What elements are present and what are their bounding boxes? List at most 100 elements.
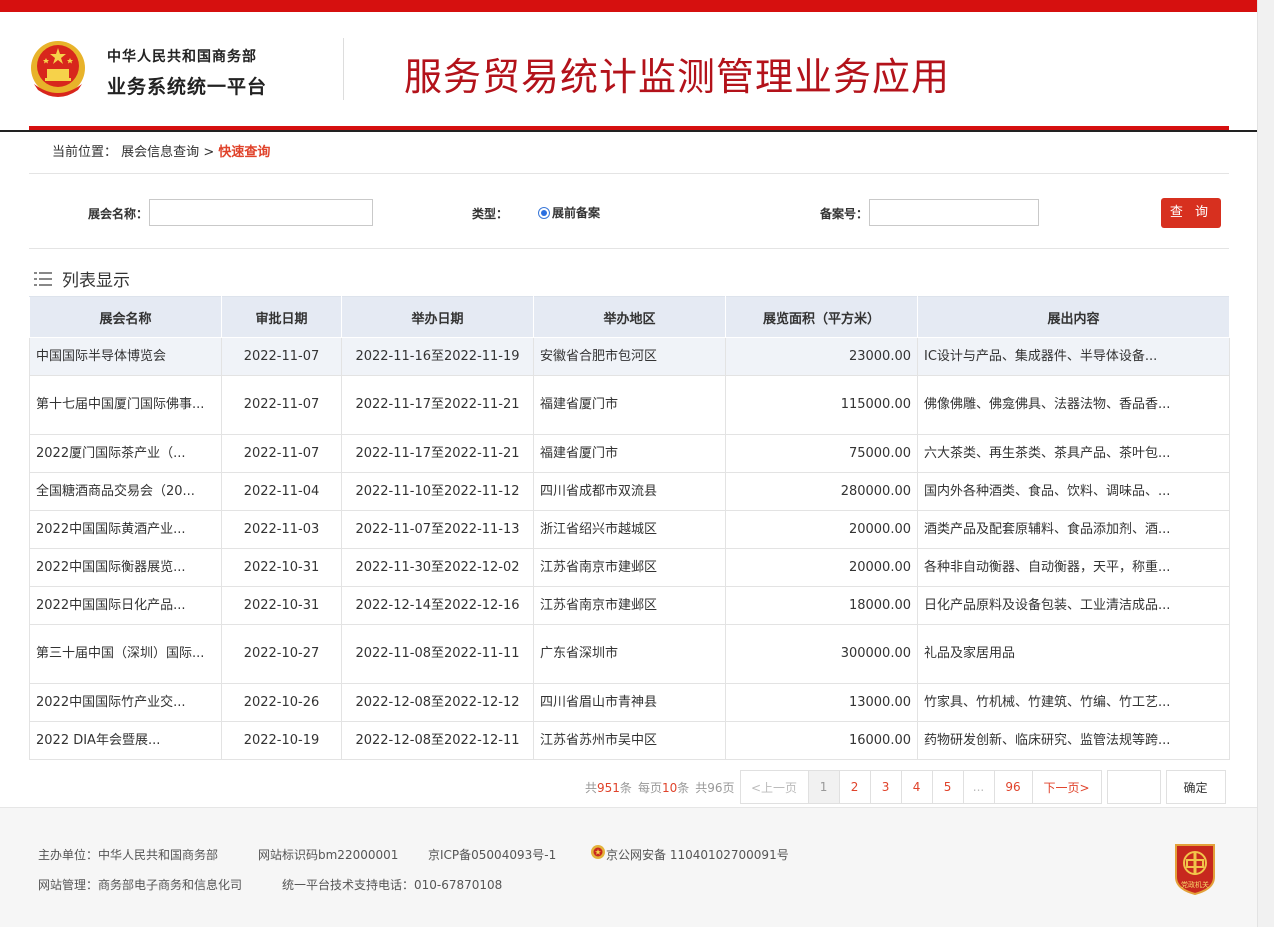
type-radio-button[interactable] [538,206,550,219]
region-cell: 江苏省南京市建邺区 [533,548,726,587]
column-header: 展览面积（平方米） [725,296,918,338]
exhibition-name-input[interactable] [149,199,373,226]
content-cell: 日化产品原料及设备包装、工业清洁成品... [917,586,1230,625]
table-row[interactable]: 2022中国国际日化产品... 2022-10-31 2022-12-14至2022… [29,586,1230,625]
area-cell: 13000.00 [725,683,918,722]
region-cell: 四川省眉山市青神县 [533,683,726,722]
region-cell: 福建省厦门市 [533,375,726,435]
approval-date-cell: 2022-11-04 [221,472,342,511]
jump-page-input[interactable] [1106,770,1161,804]
breadcrumb: 当前位置： 展会信息查询 > 快速查询 [29,132,1229,174]
pagination-total: 共951条 [585,780,632,795]
content-cell: 各种非自动衡器、自动衡器，天平，称重... [917,548,1230,587]
region-cell: 浙江省绍兴市越城区 [533,510,726,549]
exhibition-name-cell: 中国国际半导体博览会 [29,337,222,376]
content-cell: 酒类产品及配套原辅料、食品添加剂、酒... [917,510,1230,549]
party-government-badge-icon[interactable]: 党政机关 [1172,841,1218,895]
content-cell: 药物研发创新、临床研究、监管法规等跨... [917,721,1230,760]
table-row[interactable]: 2022中国国际衡器展览... 2022-10-31 2022-11-30至2022… [29,548,1230,587]
content-cell: 佛像佛雕、佛龛佛具、法器法物、香品香... [917,375,1230,435]
event-dates-cell: 2022-11-16至2022-11-19 [341,337,534,376]
page-button-1[interactable]: 1 [807,770,840,804]
page-button-3[interactable]: 3 [869,770,902,804]
type-radio-option[interactable]: 展前备案 [538,204,600,221]
event-dates-cell: 2022-11-17至2022-11-21 [341,434,534,473]
police-badge-icon [591,845,605,859]
table-header-row: 展会名称 审批日期 举办日期 举办地区 展览面积（平方米） 展出内容 [29,296,1230,338]
table-row[interactable]: 全国糖酒商品交易会（20... 2022-11-04 2022-11-10至2022… [29,472,1230,511]
national-emblem-icon [31,41,85,97]
exhibition-name-cell: 2022中国国际衡器展览... [29,548,222,587]
table-row[interactable]: 第三十届中国（深圳）国际... 2022-10-27 2022-11-08至2022… [29,624,1230,684]
top-red-bar [0,0,1257,12]
prev-page-button[interactable]: <上一页 [739,770,809,804]
page-button-last[interactable]: 96 [993,770,1033,804]
org-name: 中华人民共和国商务部 [107,49,257,65]
breadcrumb-current: 快速查询 [218,145,271,160]
table-row[interactable]: 第十七届中国厦门国际佛事... 2022-11-07 2022-11-17至2022… [29,375,1230,435]
page-ellipsis: ... [962,770,995,804]
exhibition-name-cell: 2022厦门国际茶产业（... [29,434,222,473]
pagination-page-count: 共96页 [695,780,735,795]
footer-sponsor: 主办单位：中华人民共和国商务部 [38,848,219,862]
approval-date-cell: 2022-10-19 [221,721,342,760]
footer-site-id: 网站标识码bm22000001 [258,848,399,862]
platform-name: 业务系统统一平台 [107,76,268,98]
content-cell: 六大茶类、再生茶类、茶具产品、茶叶包... [917,434,1230,473]
table-row[interactable]: 2022厦门国际茶产业（... 2022-11-07 2022-11-17至2022… [29,434,1230,473]
app-title: 服务贸易统计监测管理业务应用 [404,55,951,99]
approval-date-cell: 2022-11-07 [221,337,342,376]
type-label: 类型： [472,207,509,221]
area-cell: 16000.00 [725,721,918,760]
exhibition-name-cell: 全国糖酒商品交易会（20... [29,472,222,511]
event-dates-cell: 2022-11-07至2022-11-13 [341,510,534,549]
page-button-2[interactable]: 2 [838,770,871,804]
column-header: 审批日期 [221,296,342,338]
content-cell: 礼品及家居用品 [917,624,1230,684]
column-header: 展会名称 [29,296,222,338]
column-header: 举办地区 [533,296,726,338]
area-cell: 20000.00 [725,510,918,549]
area-cell: 280000.00 [725,472,918,511]
type-radio-label: 展前备案 [552,206,601,220]
table-row[interactable]: 2022中国国际竹产业交... 2022-10-26 2022-12-08至2022… [29,683,1230,722]
header-divider [343,38,344,100]
footer-police-link[interactable]: 京公网安备 11040102700091号 [606,846,789,863]
region-cell: 江苏省苏州市吴中区 [533,721,726,760]
page-button-5[interactable]: 5 [931,770,964,804]
event-dates-cell: 2022-11-10至2022-11-12 [341,472,534,511]
query-button[interactable]: 查 询 [1161,198,1221,228]
list-icon [34,271,52,286]
region-cell: 四川省成都市双流县 [533,472,726,511]
breadcrumb-separator: > [203,145,215,160]
exhibition-name-cell: 2022中国国际竹产业交... [29,683,222,722]
exhibition-name-cell: 第三十届中国（深圳）国际... [29,624,222,684]
table-row[interactable]: 中国国际半导体博览会 2022-11-07 2022-11-16至2022-11-1… [29,337,1230,376]
footer-icp-link[interactable]: 京ICP备05004093号-1 [428,846,556,863]
page-button-4[interactable]: 4 [900,770,933,804]
jump-confirm-button[interactable]: 确定 [1165,770,1226,804]
breadcrumb-prefix: 当前位置： [52,145,118,160]
breadcrumb-parent[interactable]: 展会信息查询 [121,145,199,160]
scrollbar[interactable] [1257,0,1274,927]
event-dates-cell: 2022-12-08至2022-12-11 [341,721,534,760]
exhibition-name-cell: 2022 DIA年会暨展... [29,721,222,760]
table-row[interactable]: 2022中国国际黄酒产业... 2022-11-03 2022-11-07至2022… [29,510,1230,549]
pagination-page-size: 每页10条 [637,780,690,795]
content-cell: IC设计与产品、集成器件、半导体设备... [917,337,1230,376]
approval-date-cell: 2022-10-31 [221,548,342,587]
area-cell: 18000.00 [725,586,918,625]
area-cell: 20000.00 [725,548,918,587]
approval-date-cell: 2022-11-07 [221,375,342,435]
table-row[interactable]: 2022 DIA年会暨展... 2022-10-19 2022-12-08至2022… [29,721,1230,760]
exhibition-name-cell: 2022中国国际黄酒产业... [29,510,222,549]
pagination: 共951条 每页10条 共96页 <上一页 1 2 3 4 5 ... 96 下… [585,770,1226,804]
event-dates-cell: 2022-11-17至2022-11-21 [341,375,534,435]
area-cell: 75000.00 [725,434,918,473]
record-number-label: 备案号： [820,207,869,221]
footer-manager: 网站管理：商务部电子商务和信息化司 [38,878,243,892]
next-page-button[interactable]: 下一页> [1031,770,1102,804]
record-number-input[interactable] [869,199,1039,226]
area-cell: 300000.00 [725,624,918,684]
region-cell: 广东省深圳市 [533,624,726,684]
